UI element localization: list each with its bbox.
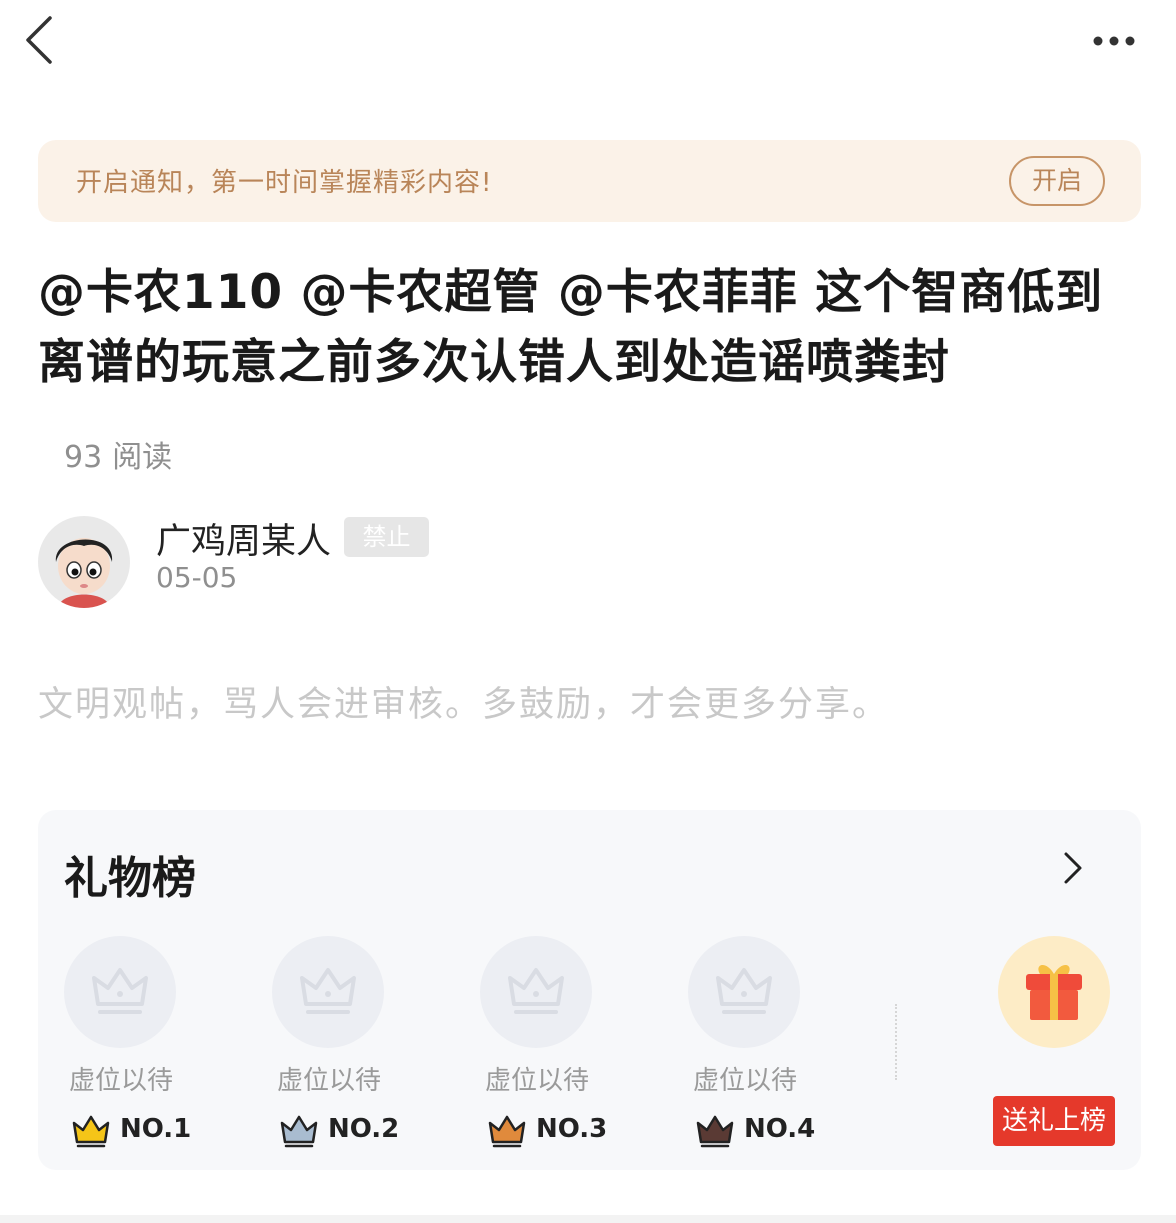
bottom-divider xyxy=(0,1215,1176,1223)
notification-text: 开启通知，第一时间掌握精彩内容! xyxy=(76,168,493,198)
crown-outline-icon xyxy=(300,968,356,1014)
slot-label: 虚位以待 xyxy=(485,1066,590,1096)
post-title: @卡农110 @卡农超管 @卡农菲菲 这个智商低到离谱的玩意之前多次认错人到处造… xyxy=(38,265,1104,390)
empty-slot-avatar xyxy=(272,936,384,1048)
enable-notification-button[interactable]: 开启 xyxy=(1009,156,1105,206)
gift-slot[interactable]: 虚位以待 NO.3 xyxy=(454,936,608,1156)
more-horizontal-icon xyxy=(1093,36,1135,46)
civility-hint: 文明观帖，骂人会进审核。多鼓励，才会更多分享。 xyxy=(38,685,890,725)
notification-banner: 开启通知，第一时间掌握精彩内容! 开启 xyxy=(38,140,1141,222)
slot-rank-label: NO.1 xyxy=(120,1114,192,1144)
slot-label: 虚位以待 xyxy=(277,1066,382,1096)
slot-label: 虚位以待 xyxy=(693,1066,798,1096)
chevron-right-icon xyxy=(1064,852,1082,884)
gift-board-more-button[interactable] xyxy=(1054,846,1088,890)
gift-board-title: 礼物榜 xyxy=(64,853,196,904)
top-bar xyxy=(0,0,1176,90)
send-gift-button[interactable]: 送礼上榜 xyxy=(993,1096,1115,1146)
more-button[interactable] xyxy=(1088,24,1144,58)
read-count-value: 93 xyxy=(64,440,103,475)
back-button[interactable] xyxy=(20,12,64,68)
read-count-label: 阅读 xyxy=(112,440,173,475)
chevron-left-icon xyxy=(26,16,52,64)
author-avatar[interactable] xyxy=(38,516,130,608)
silver-crown-icon xyxy=(280,1115,318,1148)
crown-outline-icon xyxy=(508,968,564,1014)
dark-crown-icon xyxy=(696,1115,734,1148)
empty-slot-avatar xyxy=(64,936,176,1048)
slot-rank-label: NO.3 xyxy=(536,1114,608,1144)
author-name[interactable]: 广鸡周某人 xyxy=(156,513,331,564)
crown-outline-icon xyxy=(716,968,772,1014)
author-status-badge: 禁止 xyxy=(344,517,429,557)
gold-crown-icon xyxy=(72,1115,110,1148)
divider xyxy=(895,1004,897,1080)
bronze-crown-icon xyxy=(488,1115,526,1148)
slot-rank-label: NO.4 xyxy=(744,1114,816,1144)
slot-label: 虚位以待 xyxy=(69,1066,174,1096)
gift-slot[interactable]: 虚位以待 NO.4 xyxy=(662,936,816,1156)
gift-slot[interactable]: 虚位以待 NO.1 xyxy=(38,936,192,1156)
post-date: 05-05 xyxy=(156,561,238,594)
gift-box-icon xyxy=(1026,964,1082,1020)
read-count: 93 阅读 xyxy=(64,432,182,476)
slot-rank-label: NO.2 xyxy=(328,1114,400,1144)
empty-slot-avatar xyxy=(480,936,592,1048)
cartoon-avatar-icon xyxy=(38,516,130,608)
gift-slot[interactable]: 虚位以待 NO.2 xyxy=(246,936,400,1156)
gift-board: 礼物榜 虚位以待 NO.1 虚位以待 NO.2 虚位以待 NO.3 虚位以待 N… xyxy=(38,810,1141,1170)
empty-slot-avatar xyxy=(688,936,800,1048)
crown-outline-icon xyxy=(92,968,148,1014)
gift-box-button[interactable] xyxy=(998,936,1110,1048)
